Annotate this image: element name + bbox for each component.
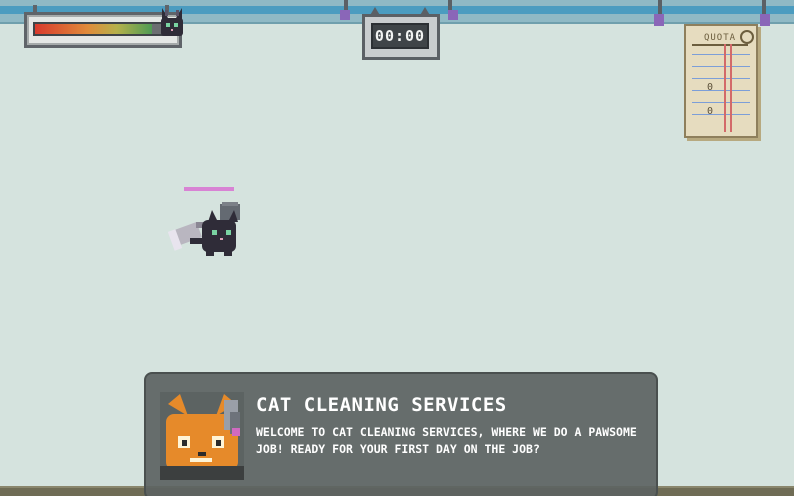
- quota-value-2: 0: [706, 106, 714, 117]
- quota-clipboard: QUOTA 0 0: [676, 16, 758, 138]
- quota-rule: [692, 66, 750, 67]
- quota-rule: [692, 78, 750, 79]
- quota-rule: [692, 114, 750, 115]
- player-cat: [167, 182, 258, 268]
- timer-ear-right: [419, 7, 431, 17]
- dialog-box[interactable]: CAT CLEANING SERVICES WELCOME TO CAT CLE…: [144, 372, 658, 496]
- quota-rule: [692, 102, 750, 103]
- quota-margin-line: [730, 44, 732, 132]
- quota-value-1: 0: [706, 82, 714, 93]
- black-cat-vacuum-sprite: [167, 202, 240, 256]
- quota-margin-line: [724, 44, 726, 132]
- quota-paper: QUOTA 0 0: [684, 24, 758, 138]
- timer-ear-left: [369, 7, 381, 17]
- health-bar-fill: [35, 24, 152, 34]
- player-status-bar: [184, 187, 234, 191]
- game-stage: 00:00 QUOTA 0 0 CAT CLEANING SERVICES WE…: [0, 0, 794, 496]
- clipboard-clip-icon: [740, 30, 754, 44]
- health-hanger-left: [33, 5, 37, 15]
- orange-cat-with-headset-icon: [160, 392, 244, 480]
- health-bar: [33, 22, 167, 36]
- quota-rule: [692, 54, 750, 55]
- quota-rule: [692, 90, 750, 91]
- timer-display: 00:00: [371, 23, 429, 49]
- dialog-title: CAT CLEANING SERVICES: [256, 394, 507, 416]
- timer-panel: 00:00: [362, 7, 440, 60]
- black-cat-head-icon: [161, 8, 183, 36]
- dialog-text: WELCOME TO CAT CLEANING SERVICES, WHERE …: [256, 425, 637, 456]
